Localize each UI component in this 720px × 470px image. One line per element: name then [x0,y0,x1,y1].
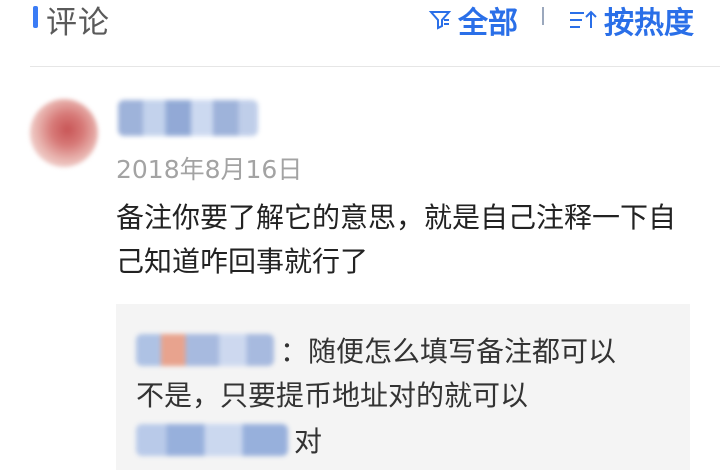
comments-header: 评论 全部 按热度 [0,0,720,66]
comment-date: 2018年8月16日 [116,155,303,184]
comment-page: 评论 全部 按热度 2018年8月16日 备注你要了解它的意思，就是自己注释一下… [0,0,720,470]
reply-text: 不是，只要提币地址对的就可以 [136,379,529,412]
filter-button[interactable]: 全部 [428,0,518,42]
filter-icon [428,11,452,30]
reply-item: 对 [136,420,322,460]
comment-text: 备注你要了解它的意思，就是自己注释一下自己知道咋回事就行了 [116,201,677,278]
reply-username-blurred[interactable] [136,424,288,456]
avatar[interactable] [30,99,98,167]
reply-text: 对 [294,425,323,458]
sort-button[interactable]: 按热度 [568,0,694,42]
reply-text: ：随便怎么填写备注都可以 [280,335,617,368]
reply-item: ：随便怎么填写备注都可以 [136,330,676,370]
title-accent-bar [33,6,38,28]
filter-label: 全部 [458,6,518,41]
header-divider [542,7,544,25]
section-title: 评论 [46,5,110,41]
sort-icon [570,10,597,28]
reply-item: 不是，只要提币地址对的就可以 [136,374,528,414]
username-blurred[interactable] [118,100,258,136]
sort-label: 按热度 [604,6,694,41]
header-separator [30,66,720,67]
reply-username-blurred[interactable] [136,334,274,366]
